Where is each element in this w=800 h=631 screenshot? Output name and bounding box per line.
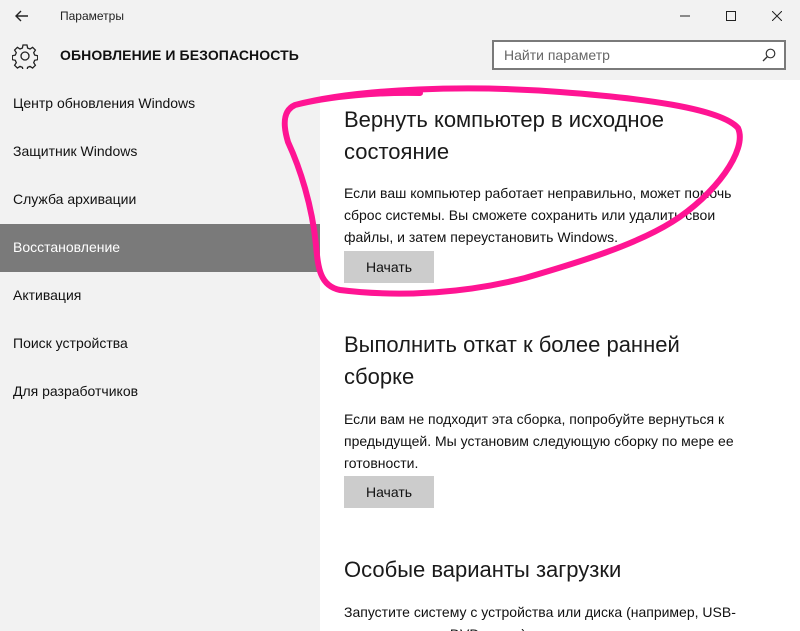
sidebar-item-activation[interactable]: Активация: [0, 272, 320, 320]
sidebar-item-label: Для разработчиков: [13, 383, 139, 399]
sidebar-item-label: Активация: [13, 287, 82, 303]
title-bar: Параметры: [0, 0, 800, 32]
sidebar-item-label: Центр обновления Windows: [13, 95, 196, 111]
section-title: Выполнить откат к более ранней сборке: [344, 332, 680, 389]
search-input[interactable]: [504, 47, 744, 63]
page-title: ОБНОВЛЕНИЕ И БЕЗОПАСНОСТЬ: [60, 47, 299, 63]
gear-icon: [12, 44, 38, 69]
sidebar-item-label: Защитник Windows: [13, 143, 138, 159]
main-content: Вернуть компьютер в исходное состояние Е…: [320, 80, 800, 631]
sidebar-item-windows-defender[interactable]: Защитник Windows: [0, 128, 320, 176]
sidebar-item-recovery[interactable]: Восстановление: [0, 224, 320, 272]
window-controls: [662, 0, 800, 32]
arrow-left-icon: [15, 10, 28, 22]
window-title: Параметры: [60, 9, 124, 23]
sidebar-item-label: Поиск устройства: [13, 335, 128, 351]
section-title: Вернуть компьютер в исходное состояние: [344, 107, 665, 164]
sidebar-item-label: Восстановление: [13, 239, 121, 255]
sidebar: Центр обновления Windows Защитник Window…: [0, 80, 320, 631]
minimize-icon: [680, 15, 690, 17]
minimize-button[interactable]: [662, 0, 708, 32]
sidebar-item-windows-update[interactable]: Центр обновления Windows: [0, 80, 320, 128]
maximize-button[interactable]: [708, 0, 754, 32]
close-icon: [772, 11, 782, 21]
section-description: Запустите систему с устройства или диска…: [344, 604, 736, 631]
settings-header: ОБНОВЛЕНИЕ И БЕЗОПАСНОСТЬ: [0, 32, 800, 80]
sidebar-item-label: Служба архивации: [13, 191, 137, 207]
reset-start-button[interactable]: Начать: [344, 251, 434, 283]
search-box[interactable]: [492, 40, 786, 70]
maximize-icon: [726, 11, 736, 21]
section-title: Особые варианты загрузки: [344, 557, 622, 582]
sidebar-item-find-device[interactable]: Поиск устройства: [0, 320, 320, 368]
search-icon[interactable]: [762, 48, 776, 62]
section-description: Если ваш компьютер работает неправильно,…: [344, 185, 732, 245]
back-button[interactable]: [0, 0, 44, 32]
sidebar-item-backup[interactable]: Служба архивации: [0, 176, 320, 224]
rollback-start-button[interactable]: Начать: [344, 476, 434, 508]
section-description: Если вам не подходит эта сборка, попробу…: [344, 411, 734, 471]
close-button[interactable]: [754, 0, 800, 32]
sidebar-item-developers[interactable]: Для разработчиков: [0, 368, 320, 416]
